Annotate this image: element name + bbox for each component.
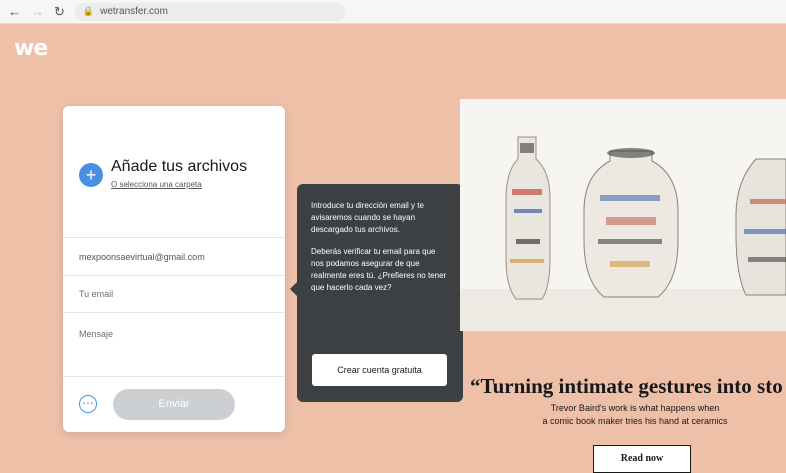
tooltip-text-2: Deberás verificar tu email para que nos … (311, 247, 447, 292)
ad-subline-2: a comic book maker tries his hand at cer… (542, 416, 728, 426)
browser-toolbar: ← → ↻ 🔒 wetransfer.com (0, 0, 786, 24)
forward-arrow-icon[interactable]: → (31, 5, 44, 18)
lock-icon: 🔒 (82, 6, 95, 16)
upload-footer: ⋯ Enviar (63, 376, 285, 432)
add-files-area[interactable]: + Añade tus archivos O selecciona una ca… (79, 158, 247, 189)
upload-panel: + Añade tus archivos O selecciona una ca… (63, 106, 285, 432)
recipient-email-field[interactable]: mexpoonsaevirtual@gmail.com (63, 237, 285, 275)
ad-headline[interactable]: “Turning intimate gestures into sto (470, 374, 786, 399)
plus-icon[interactable]: + (79, 163, 103, 187)
select-folder-link[interactable]: O selecciona una carpeta (111, 180, 247, 189)
page-content: we + Añade tus archivos O selecciona una… (0, 24, 786, 473)
message-field[interactable]: Mensaje (63, 312, 285, 376)
reload-icon[interactable]: ↻ (54, 5, 65, 18)
ad-subline-1: Trevor Baird's work is what happens when (550, 403, 720, 413)
email-tooltip: Introduce tu dirección email y te avisar… (290, 184, 463, 402)
add-files-title[interactable]: Añade tus archivos (111, 158, 247, 176)
your-email-field[interactable]: Tu email (63, 275, 285, 312)
ceramic-vases-image (460, 99, 786, 331)
read-now-button[interactable]: Read now (593, 445, 691, 473)
options-icon[interactable]: ⋯ (79, 395, 97, 413)
create-free-account-button[interactable]: Crear cuenta gratuita (312, 354, 447, 386)
url-text: wetransfer.com (100, 6, 168, 17)
back-arrow-icon[interactable]: ← (8, 5, 21, 18)
address-bar[interactable]: 🔒 wetransfer.com (74, 2, 345, 21)
send-button[interactable]: Enviar (113, 389, 235, 420)
wetransfer-logo[interactable]: we (14, 36, 48, 61)
tooltip-text-1: Introduce tu dirección email y te avisar… (311, 201, 424, 234)
ad-photo-ceramics[interactable] (460, 99, 786, 331)
